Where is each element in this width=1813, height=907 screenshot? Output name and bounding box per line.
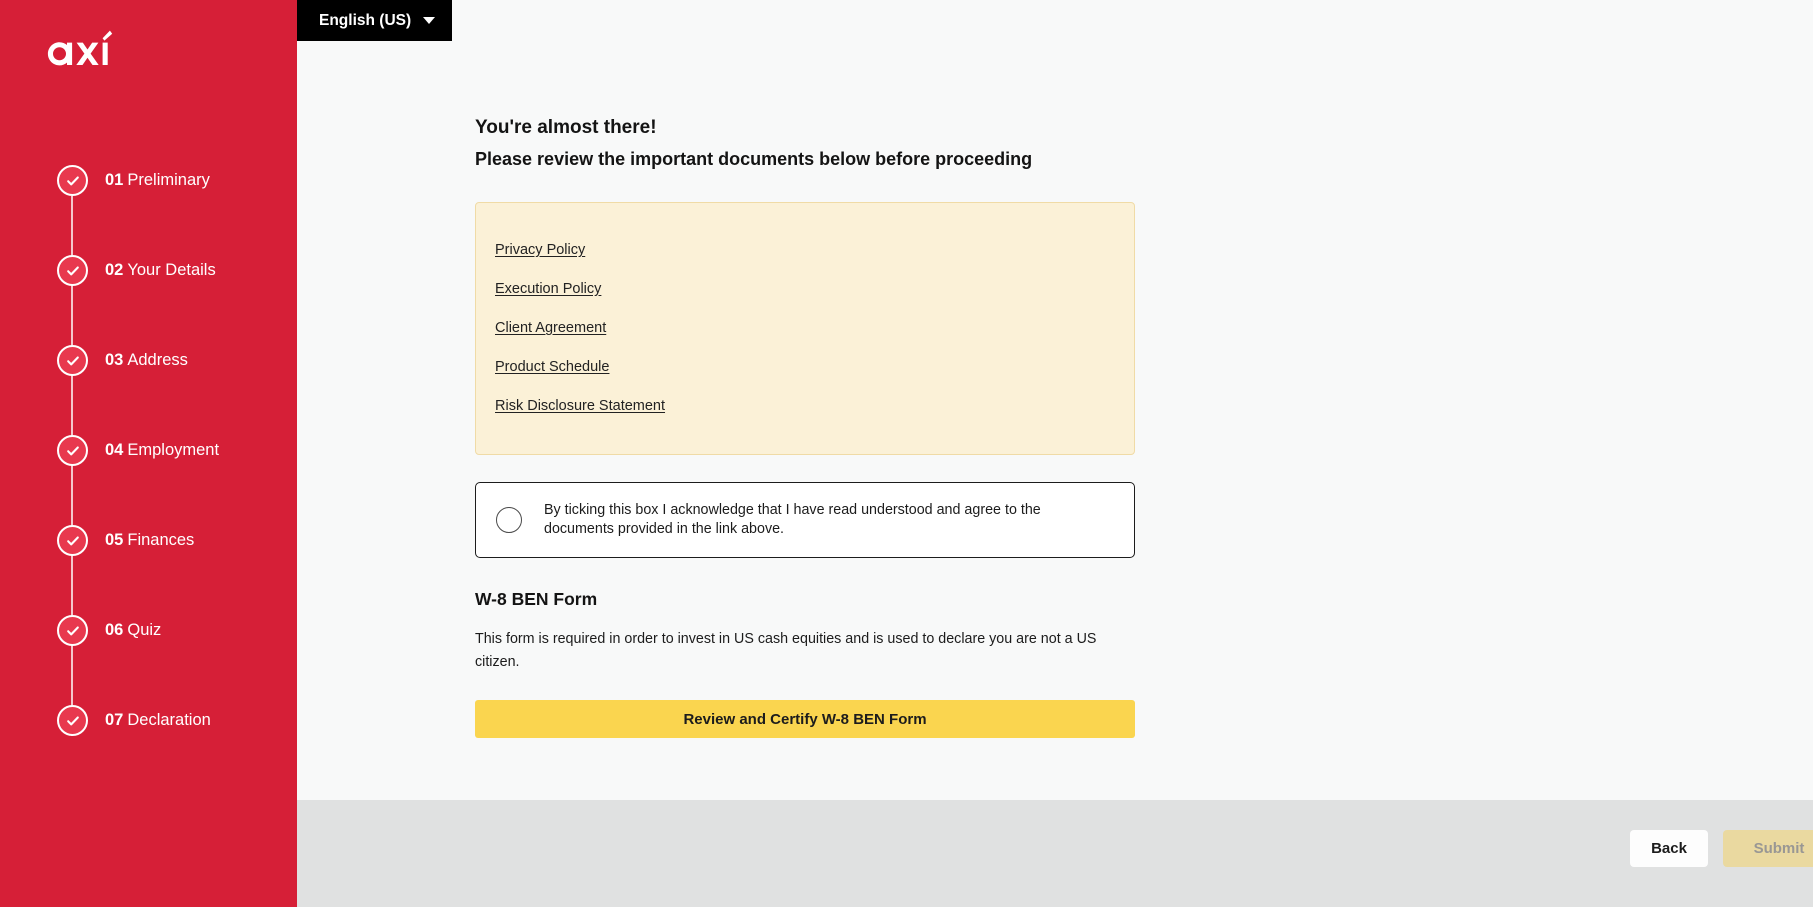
- step-title: Employment: [127, 441, 220, 459]
- step-number: 04: [105, 441, 124, 459]
- sidebar-step-preliminary[interactable]: 01 Preliminary: [0, 165, 297, 286]
- chevron-down-icon: [423, 17, 436, 24]
- main-content: You're almost there! Please review the i…: [297, 0, 1813, 800]
- progress-steps: 01 Preliminary 02 Your Details 03 Address: [0, 165, 297, 795]
- sidebar-step-label: 06 Quiz: [105, 618, 161, 643]
- step-title: Address: [127, 351, 188, 369]
- step-title: Preliminary: [127, 171, 210, 189]
- axi-logo: [45, 30, 113, 72]
- declaration-form: You're almost there! Please review the i…: [475, 112, 1135, 738]
- consent-container: By ticking this box I acknowledge that I…: [475, 482, 1135, 558]
- page-title: You're almost there!: [475, 117, 657, 138]
- step-complete-check-icon: [57, 615, 88, 646]
- footer-bar: Back Submit: [297, 800, 1813, 907]
- consent-checkbox[interactable]: [496, 507, 522, 533]
- step-title: Finances: [127, 531, 195, 549]
- step-number: 02: [105, 261, 124, 279]
- sidebar-step-quiz[interactable]: 06 Quiz: [0, 615, 297, 736]
- page-subtitle: Please review the important documents be…: [475, 149, 1033, 169]
- sidebar-step-your-details[interactable]: 02 Your Details: [0, 255, 297, 376]
- w8-ben-section-title: W-8 BEN Form: [475, 589, 598, 609]
- consent-label: By ticking this box I acknowledge that I…: [544, 502, 1041, 537]
- step-number: 01: [105, 171, 124, 189]
- step-title: Your Details: [127, 261, 216, 279]
- document-link-privacy-policy[interactable]: Privacy Policy: [495, 241, 585, 260]
- language-selector[interactable]: English (US): [297, 0, 453, 41]
- document-link-risk-disclosure-statement[interactable]: Risk Disclosure Statement: [495, 397, 665, 416]
- step-complete-check-icon: [57, 345, 88, 376]
- sidebar-step-label: 07 Declaration: [105, 708, 211, 733]
- sidebar-step-label: 02 Your Details: [105, 258, 216, 283]
- sidebar-step-label: 04 Employment: [105, 438, 219, 463]
- step-number: 03: [105, 351, 124, 369]
- step-title: Declaration: [127, 711, 211, 729]
- sidebar-step-label: 05 Finances: [105, 528, 194, 553]
- step-complete-check-icon: [57, 705, 88, 736]
- document-link-client-agreement[interactable]: Client Agreement: [495, 319, 606, 338]
- step-number: 06: [105, 621, 124, 639]
- document-link-product-schedule[interactable]: Product Schedule: [495, 358, 609, 377]
- sidebar-step-address[interactable]: 03 Address: [0, 345, 297, 466]
- sidebar-step-label: 01 Preliminary: [105, 168, 210, 193]
- step-number: 07: [105, 711, 124, 729]
- back-button[interactable]: Back: [1630, 830, 1708, 867]
- review-certify-w8-ben-button[interactable]: Review and Certify W-8 BEN Form: [475, 700, 1135, 738]
- sidebar-step-finances[interactable]: 05 Finances: [0, 525, 297, 646]
- sidebar-step-label: 03 Address: [105, 348, 188, 373]
- step-complete-check-icon: [57, 525, 88, 556]
- sidebar-step-declaration[interactable]: 07 Declaration: [0, 705, 297, 795]
- step-complete-check-icon: [57, 165, 88, 196]
- submit-button: Submit: [1723, 830, 1813, 867]
- document-link-execution-policy[interactable]: Execution Policy: [495, 280, 601, 299]
- step-complete-check-icon: [57, 255, 88, 286]
- language-selector-label: English (US): [319, 11, 412, 29]
- step-title: Quiz: [127, 621, 162, 639]
- documents-panel: Privacy Policy Execution Policy Client A…: [475, 202, 1135, 455]
- step-complete-check-icon: [57, 435, 88, 466]
- w8-ben-description: This form is required in order to invest…: [475, 631, 1097, 670]
- step-number: 05: [105, 531, 124, 549]
- sidebar: 01 Preliminary 02 Your Details 03 Address: [0, 0, 297, 907]
- footer-actions: Back Submit: [1630, 830, 1813, 867]
- sidebar-step-employment[interactable]: 04 Employment: [0, 435, 297, 556]
